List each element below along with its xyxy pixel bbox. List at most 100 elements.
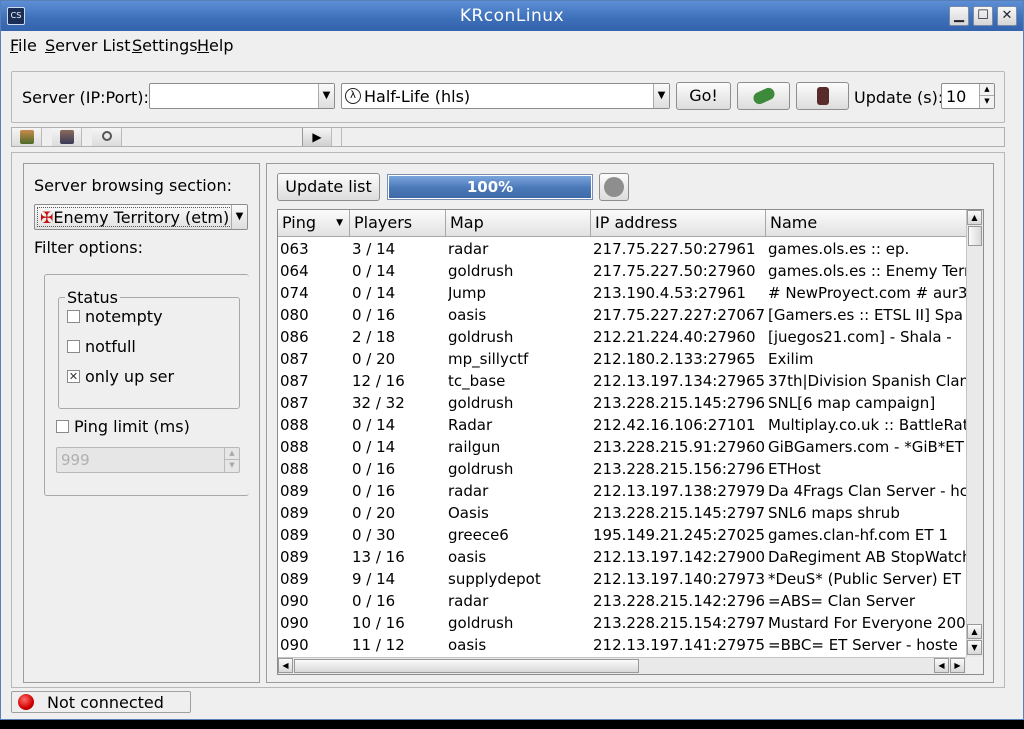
horizontal-scroll-thumb[interactable] [294, 659, 639, 673]
table-row[interactable]: 088 0 / 16 goldrush 213.228.215.156:27960 ET… [278, 458, 966, 480]
table-row[interactable]: 089 13 / 16 oasis 212.13.197.142:27900 DaReg… [278, 546, 966, 568]
minimize-button[interactable]: ▁ [949, 6, 969, 26]
update-interval-spinbox[interactable]: 10 ▲ ▼ [941, 83, 995, 109]
scroll-up-icon[interactable]: ▲ [967, 210, 982, 225]
cell-map: oasis [448, 306, 487, 324]
cell-name: Multiplay.co.uk :: BattleRats [768, 416, 966, 434]
close-button[interactable]: ✕ [997, 6, 1017, 26]
cell-map: goldrush [448, 460, 514, 478]
chevron-down-icon[interactable]: ▼ [653, 84, 669, 108]
scroll-right-icon[interactable]: ▶ [950, 658, 965, 673]
cell-players: 3 / 14 [352, 240, 396, 258]
table-row[interactable]: 088 0 / 14 railgun 213.228.215.91:27960 GiBG… [278, 436, 966, 458]
table-row[interactable]: 086 2 / 18 goldrush 212.21.224.40:27960 [jue… [278, 326, 966, 348]
server-list-panel: Update list 100% Ping ▼ Players Map IP ad… [266, 163, 994, 683]
table-row[interactable]: 089 0 / 20 Oasis 213.228.215.145:27975 SNL6 … [278, 502, 966, 524]
only-up-servers-checkbox[interactable]: ✕ [67, 370, 80, 383]
notfull-checkbox[interactable] [67, 340, 80, 353]
scroll-left-icon[interactable]: ◀ [278, 658, 293, 673]
table-row[interactable]: 063 3 / 14 radar 217.75.227.50:27961 games.o… [278, 238, 966, 260]
table-row[interactable]: 064 0 / 14 goldrush 217.75.227.50:27960 game… [278, 260, 966, 282]
cell-players: 12 / 16 [352, 372, 405, 390]
server-table[interactable]: Ping ▼ Players Map IP address Name 063 3 /… [277, 209, 984, 675]
table-row[interactable]: 087 12 / 16 tc_base 212.13.197.134:27965 37t… [278, 370, 966, 392]
menu-help[interactable]: Help [197, 36, 233, 55]
chevron-down-icon[interactable]: ▼ [231, 205, 247, 229]
only-up-servers-label: only up ser [85, 367, 175, 386]
tab-players[interactable] [12, 128, 42, 146]
tab-server-browser[interactable] [52, 128, 82, 146]
cell-ping: 090 [280, 636, 309, 654]
spin-down-icon[interactable]: ▼ [979, 96, 994, 108]
table-row[interactable]: 089 0 / 30 greece6 195.149.21.245:27025 game… [278, 524, 966, 546]
cell-name: games.ols.es :: Enemy Terr [768, 262, 966, 280]
cell-ip: 213.228.215.145:27975 [593, 504, 766, 522]
spin-up-icon[interactable]: ▲ [224, 448, 239, 460]
menu-file[interactable]: File [10, 36, 37, 55]
server-bar: Server (IP:Port): ▼ λ Half-Life (hls) ▼ … [11, 71, 1005, 123]
cell-ip: 217.75.227.50:27961 [593, 240, 756, 258]
maximize-button[interactable]: ☐ [973, 6, 993, 26]
browsing-section-value-wrap: ✠Enemy Territory (etm) [37, 207, 233, 227]
cell-name: GiBGamers.com - *GiB*ET [768, 438, 964, 456]
table-row[interactable]: 089 9 / 14 supplydepot 212.13.197.140:27973… [278, 568, 966, 590]
cell-ping: 089 [280, 548, 309, 566]
horizontal-scrollbar[interactable]: ◀ ◀ ▶ [278, 657, 966, 674]
ping-limit-spinbox[interactable]: 999 ▲ ▼ [56, 447, 240, 473]
table-row[interactable]: 080 0 / 16 oasis 217.75.227.227:27067 [Gamer… [278, 304, 966, 326]
ping-limit-checkbox[interactable] [56, 420, 69, 433]
scroll-up-icon[interactable]: ▲ [967, 624, 982, 639]
menu-settings[interactable]: Settings [132, 36, 198, 55]
column-header-ip[interactable]: IP address [591, 210, 766, 237]
menu-server-list[interactable]: Server List [45, 36, 131, 55]
go-button[interactable]: Go! [676, 82, 731, 110]
notempty-checkbox[interactable] [67, 310, 80, 323]
game-type-combo[interactable]: λ Half-Life (hls) ▼ [341, 83, 670, 109]
vertical-scrollbar[interactable]: ▲ ▲ ▼ [966, 210, 983, 657]
cell-ping: 074 [280, 284, 309, 302]
connect-button[interactable] [737, 82, 790, 110]
tab-scroll-right[interactable]: ▶ [302, 128, 332, 146]
cell-map: oasis [448, 548, 487, 566]
cell-name: games.clan-hf.com ET 1 [768, 526, 948, 544]
column-header-ping[interactable]: Ping ▼ [278, 210, 350, 237]
cell-name: 37th|Division Spanish Clan [768, 372, 966, 390]
stop-button[interactable] [599, 173, 629, 201]
spin-down-icon[interactable]: ▼ [224, 460, 239, 472]
cell-players: 32 / 32 [352, 394, 405, 412]
disconnect-button[interactable] [796, 82, 849, 110]
cell-ping: 088 [280, 460, 309, 478]
tab-bar: ▶ [11, 127, 1005, 147]
status-bar: Not connected [11, 691, 191, 713]
table-row[interactable]: 089 0 / 16 radar 212.13.197.138:27979 Da 4Fr… [278, 480, 966, 502]
chevron-down-icon[interactable]: ▼ [318, 84, 334, 108]
cell-players: 0 / 16 [352, 306, 396, 324]
vertical-scroll-thumb[interactable] [968, 226, 982, 246]
cell-ip: 212.13.197.138:27979 [593, 482, 766, 500]
scroll-left-icon[interactable]: ◀ [934, 658, 949, 673]
update-list-button[interactable]: Update list [277, 173, 380, 201]
spin-up-icon[interactable]: ▲ [979, 84, 994, 96]
tab-search[interactable] [92, 128, 122, 146]
table-row[interactable]: 087 32 / 32 goldrush 213.228.215.145:27960 S… [278, 392, 966, 414]
server-address-combo[interactable]: ▼ [149, 83, 335, 109]
cell-map: Oasis [448, 504, 489, 522]
column-header-players[interactable]: Players [350, 210, 446, 237]
browsing-section-value: Enemy Territory (etm) [53, 208, 230, 227]
cell-name: # NewProyect.com # aur3a [768, 284, 966, 302]
cell-ping: 087 [280, 394, 309, 412]
table-row[interactable]: 090 11 / 12 oasis 212.13.197.141:27975 =BBC=… [278, 634, 966, 656]
cell-ping: 087 [280, 350, 309, 368]
browsing-section-combo[interactable]: ✠Enemy Territory (etm) ▼ [34, 204, 248, 230]
table-row[interactable]: 090 10 / 16 goldrush 213.228.215.154:27970 M… [278, 612, 966, 634]
table-row[interactable]: 090 0 / 16 radar 213.228.215.142:27960 =ABS=… [278, 590, 966, 612]
title-bar[interactable]: CS KRconLinux ▁ ☐ ✕ [1, 1, 1023, 31]
table-row[interactable]: 074 0 / 14 Jump 213.190.4.53:27961 # NewProy… [278, 282, 966, 304]
table-row[interactable]: 088 0 / 14 Radar 212.42.16.106:27101 Multipl… [278, 414, 966, 436]
scroll-down-icon[interactable]: ▼ [967, 640, 982, 655]
column-header-map[interactable]: Map [446, 210, 591, 237]
filter-groupbox: Status notempty notfull ✕ only up ser Pi… [44, 274, 249, 496]
filter-options-label: Filter options: [34, 238, 144, 257]
column-header-name[interactable]: Name [766, 210, 966, 237]
table-row[interactable]: 087 0 / 20 mp_sillyctf 212.180.2.133:27965 E… [278, 348, 966, 370]
